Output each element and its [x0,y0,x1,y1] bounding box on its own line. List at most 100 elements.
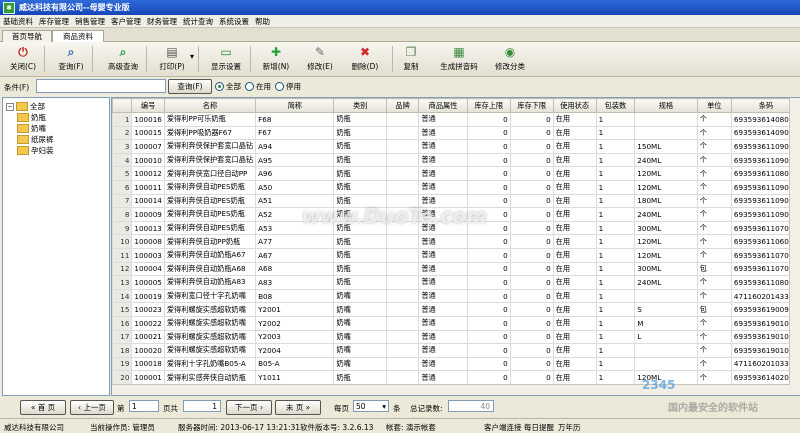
table-cell: 在用 [553,221,596,235]
table-row[interactable]: 12100004爱得利奔侠自动奶瓶A68A68奶瓶普通00在用1300ML包69… [113,262,800,276]
toolbar-separator [44,46,45,72]
table-cell: 100015 [132,126,164,140]
toolbar-button-delete[interactable]: ✖删除(D) [344,45,386,75]
table-cell: 100012 [132,167,164,181]
table-row[interactable]: 19100018爱得利十字孔奶嘴B05-AB05-A奶嘴普通00在用1个4711… [113,357,800,371]
table-row[interactable]: 4100010爱得利奔侠保护套宽口晶钻A95奶瓶普通00在用1240ML个693… [113,153,800,167]
table-row[interactable]: 7100014爱得利奔侠自动PES奶瓶A51奶瓶普通00在用1180ML个693… [113,194,800,208]
tab-product-data[interactable]: 商品资料 [52,30,104,42]
tree-item-diaper[interactable]: 纸尿裤 [17,134,54,145]
table-cell: 爱得利奔侠保护套宽口晶钻 [164,153,255,167]
column-header[interactable]: 类别 [334,99,386,113]
table-row[interactable]: 10100008爱得利奔侠自动PP奶瓶A77奶瓶普通00在用1120ML个693… [113,235,800,249]
table-row[interactable]: 8100009爱得利奔侠自动PES奶瓶A52奶瓶普通00在用1240ML个693… [113,208,800,222]
tab-home-navigation[interactable]: 首页导航 [2,30,52,42]
collapse-icon[interactable]: − [6,103,14,111]
toolbar-button-add[interactable]: ✚新增(N) [256,45,296,75]
tree-item-nipple[interactable]: 奶嘴 [17,123,46,134]
condition-input[interactable] [36,79,166,93]
column-header[interactable]: 编号 [132,99,164,113]
column-header[interactable]: 规格 [635,99,697,113]
table-cell: 0 [510,140,553,154]
column-header[interactable]: 库存下限 [510,99,553,113]
toolbar-button-close[interactable]: ⏻关闭(C) [4,45,42,75]
toolbar: ⏻关闭(C) ⌕查询(F) ⌕高级查询▤打印(P)▾ ▭显示设置 ✚新增(N)✎修改(E… [0,42,800,77]
toolbar-button-label: 显示设置 [211,61,241,72]
table-cell: 1 [596,208,635,222]
column-header[interactable]: 库存上限 [467,99,510,113]
menu-item-7[interactable]: 帮助 [252,16,273,27]
horizontal-scrollbar[interactable] [112,384,790,395]
menu-item-5[interactable]: 统计查询 [180,16,216,27]
table-row[interactable]: 9100013爱得利奔侠自动PES奶瓶A53奶瓶普通00在用1300ML个693… [113,221,800,235]
column-header[interactable]: 包装数 [596,99,635,113]
table-row[interactable]: 5100012爱得利奔侠宽口径自动PPA96奶瓶普通00在用1120ML个693… [113,167,800,181]
toolbar-button-modify-category[interactable]: ◉修改分类 [490,45,530,75]
per-page-select[interactable]: 50▾ [353,400,389,412]
table-row[interactable]: 16100022爱得利螺旋实感超软奶嘴Y2002奶嘴普通00在用1M个69359… [113,316,800,330]
table-row[interactable]: 2100015爱得利PP吸奶器F67F67奶瓶普通00在用1个693593614… [113,126,800,140]
column-header[interactable]: 商品属性 [419,99,467,113]
toolbar-button-search[interactable]: ⌕查询(F) [52,45,90,75]
table-cell: 奶瓶 [334,235,386,249]
last-page-button[interactable]: 末 页 » [275,400,321,415]
radio-disabled[interactable]: 停用 [275,81,301,92]
status-online[interactable]: 客户端连接 [484,422,522,433]
column-header[interactable]: 单位 [697,99,731,113]
toolbar-button-edit[interactable]: ✎修改(E) [300,45,340,75]
tree-item-bottle[interactable]: 奶瓶 [17,112,46,123]
column-header[interactable]: 品牌 [386,99,419,113]
column-header[interactable]: 简称 [256,99,334,113]
table-cell: 1 [596,357,635,371]
toolbar-button-display-settings[interactable]: ▭显示设置 [204,45,248,75]
toolbar-button-pinyin-code[interactable]: ▦生成拼音码 [434,45,484,75]
toolbar-separator [146,46,147,72]
menu-item-0[interactable]: 基础资料 [0,16,36,27]
table-cell: 爱得利十字孔奶嘴B05-A [164,357,255,371]
menu-item-4[interactable]: 财务管理 [144,16,180,27]
table-row[interactable]: 1100016爱得利PP可乐奶瓶F68奶瓶普通00在用1个69359361408… [113,113,800,127]
toolbar-button-printer[interactable]: ▤打印(P) [150,45,194,75]
menu-item-2[interactable]: 销售管理 [72,16,108,27]
radio-all[interactable]: 全部 [215,81,241,92]
column-header[interactable] [113,99,132,113]
table-cell: 1 [596,303,635,317]
first-page-button[interactable]: « 首 页 [20,400,66,415]
column-header[interactable]: 使用状态 [553,99,596,113]
menu-item-6[interactable]: 系统设置 [216,16,252,27]
radio-in-use[interactable]: 在用 [245,81,271,92]
menu-item-3[interactable]: 客户管理 [108,16,144,27]
status-reminder[interactable]: 每日提醒 [524,422,554,433]
table-row[interactable]: 15100023爱得利螺旋实感超软奶嘴Y2001奶嘴普通00在用1S包69359… [113,303,800,317]
next-page-button[interactable]: 下一页 › [226,400,272,415]
table-row[interactable]: 14100019爱得利宽口径十字孔奶嘴B08奶嘴普通00在用1个47116020… [113,289,800,303]
table-row[interactable]: 11100003爱得利奔侠自动奶瓶A67A67奶瓶普通00在用1120ML个69… [113,248,800,262]
table-cell [386,248,419,262]
table-row[interactable]: 6100011爱得利奔侠自动PES奶瓶A50奶瓶普通00在用1120ML个693… [113,180,800,194]
table-row[interactable]: 18100020爱得利螺旋实感超软奶嘴Y2004奶嘴普通00在用1个693593… [113,344,800,358]
tree-root[interactable]: − 全部 [6,101,45,112]
condition-query-button[interactable]: 查询(F) [168,79,212,94]
table-cell: 150ML [635,140,697,154]
status-calendar[interactable]: 万年历 [558,422,581,433]
menu-item-1[interactable]: 库存管理 [36,16,72,27]
table-row[interactable]: 20100001爱得利实感奔侠自动奶瓶Y1011奶瓶普通00在用1120ML个6… [113,371,800,385]
toolbar-button-advanced-search[interactable]: ⌕高级查询 [100,45,146,75]
table-cell: 8 [113,208,132,222]
column-header[interactable]: 名称 [164,99,255,113]
status-server-time: 服务器时间: 2013-06-17 13:21:31 [178,422,300,433]
table-row[interactable]: 13100005爱得利奔侠自动奶瓶A83A83奶瓶普通00在用1240ML个69… [113,276,800,290]
vertical-scrollbar[interactable] [789,98,800,395]
tree-item-maternity[interactable]: 孕妇装 [17,145,54,156]
folder-icon [17,146,29,155]
prev-page-button[interactable]: ‹ 上一页 [70,400,114,415]
modify-category-icon: ◉ [503,45,517,59]
table-row[interactable]: 3100007爱得利奔侠保护套宽口晶钻A94奶瓶普通00在用1150ML个693… [113,140,800,154]
toolbar-button-copy[interactable]: ❐复制 [400,45,422,75]
table-row[interactable]: 17100021爱得利螺旋实感超软奶嘴Y2003奶嘴普通00在用1L个69359… [113,330,800,344]
page-number-input[interactable]: 1 [129,400,159,412]
print-dropdown-icon[interactable]: ▾ [190,52,194,61]
table-cell: 普通 [419,262,467,276]
table-cell: 奶瓶 [334,140,386,154]
table-cell: 在用 [553,303,596,317]
